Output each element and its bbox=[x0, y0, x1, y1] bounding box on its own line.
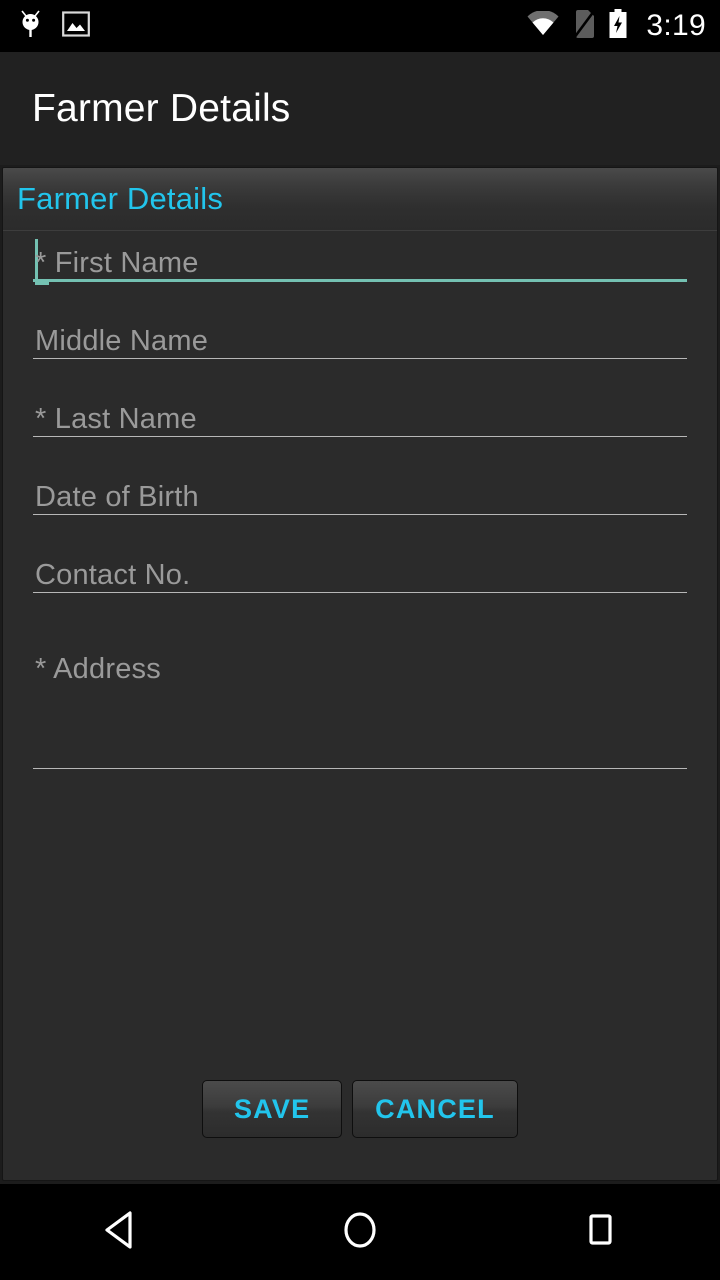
status-bar: 3:19 bbox=[0, 0, 720, 52]
app-bar: Farmer Details bbox=[0, 52, 720, 165]
section-header-title: Farmer Details bbox=[17, 181, 224, 216]
section-header: Farmer Details bbox=[3, 168, 717, 231]
field-date-of-birth-placeholder: Date of Birth bbox=[35, 481, 199, 513]
no-sim-icon bbox=[572, 9, 596, 44]
android-bug-icon bbox=[18, 9, 44, 44]
field-last-name-placeholder: * Last Name bbox=[35, 403, 197, 435]
field-first-name-underline bbox=[33, 279, 687, 282]
nav-back-button[interactable] bbox=[0, 1184, 240, 1280]
field-contact-no-placeholder: Contact No. bbox=[35, 559, 191, 591]
status-bar-clock: 3:19 bbox=[646, 9, 706, 42]
status-bar-notifications bbox=[18, 9, 90, 44]
form-fields: * First Name Middle Name * Last Name Dat… bbox=[3, 231, 717, 811]
page-title: Farmer Details bbox=[32, 86, 291, 130]
wifi-icon bbox=[526, 9, 560, 42]
image-icon bbox=[62, 10, 90, 43]
field-middle-name-placeholder: Middle Name bbox=[35, 325, 209, 357]
farmer-details-card: Farmer Details * First Name Middle Name … bbox=[2, 167, 718, 1181]
field-address-placeholder: * Address bbox=[35, 653, 161, 685]
field-address[interactable]: * Address bbox=[33, 621, 687, 811]
recents-square-icon bbox=[580, 1208, 620, 1257]
field-contact-no-underline bbox=[33, 592, 687, 593]
save-button[interactable]: SAVE bbox=[202, 1080, 343, 1138]
field-middle-name[interactable]: Middle Name bbox=[33, 309, 687, 387]
form-actions: SAVE CANCEL bbox=[3, 1080, 717, 1138]
nav-home-button[interactable] bbox=[240, 1184, 480, 1280]
phone-screen: 3:19 Farmer Details Farmer Details * Fir… bbox=[0, 0, 720, 1280]
field-first-name-placeholder: * First Name bbox=[35, 247, 199, 279]
field-first-name[interactable]: * First Name bbox=[33, 231, 687, 309]
field-address-underline bbox=[33, 768, 687, 769]
field-last-name-underline bbox=[33, 436, 687, 437]
navigation-bar bbox=[0, 1184, 720, 1280]
field-contact-no[interactable]: Contact No. bbox=[33, 543, 687, 621]
battery-charging-icon bbox=[608, 8, 628, 44]
field-middle-name-underline bbox=[33, 358, 687, 359]
status-bar-system-icons: 3:19 bbox=[526, 8, 706, 44]
back-triangle-icon bbox=[100, 1208, 140, 1257]
field-date-of-birth[interactable]: Date of Birth bbox=[33, 465, 687, 543]
home-circle-icon bbox=[338, 1207, 382, 1258]
field-last-name[interactable]: * Last Name bbox=[33, 387, 687, 465]
text-caret-handle[interactable] bbox=[35, 282, 49, 285]
cancel-button[interactable]: CANCEL bbox=[352, 1080, 518, 1138]
nav-recents-button[interactable] bbox=[480, 1184, 720, 1280]
field-date-of-birth-underline bbox=[33, 514, 687, 515]
